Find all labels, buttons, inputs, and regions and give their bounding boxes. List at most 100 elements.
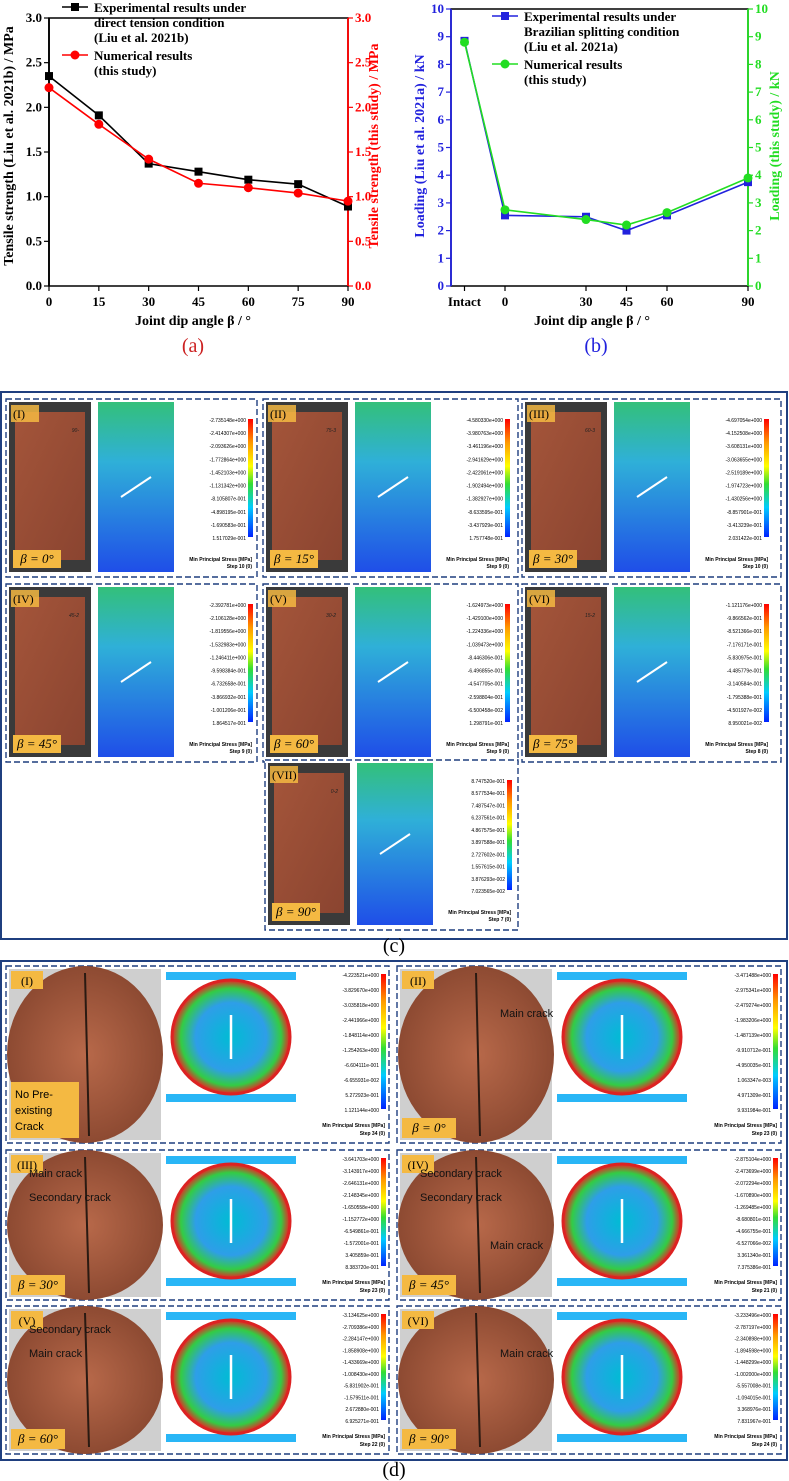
legend-title: Min Principal Stress [MPa]	[189, 742, 252, 748]
legend-value: -1.131342e+000	[209, 484, 246, 490]
data-point-square	[244, 175, 253, 184]
legend-value: 3.897588e-001	[471, 840, 505, 846]
legend-value: -1.254263e+000	[342, 1048, 379, 1054]
panel-d-cells: (I) No Pre-existing Crack -4.223521e+000 -3.…	[5, 965, 782, 1455]
legend-value: 2.727602e-001	[471, 852, 505, 858]
legend-value: 6.237561e-001	[471, 816, 505, 822]
y2-tick-label: 3.0	[355, 10, 371, 25]
step-label: Step 34 (0)	[360, 1131, 386, 1137]
legend-value: -1.579511e-001	[344, 1395, 379, 1401]
legend-marker	[70, 50, 80, 60]
x-tick-label: 0	[502, 294, 509, 309]
legend-value: -2.072294e+000	[734, 1181, 771, 1187]
specimen-label: 45-2	[69, 613, 79, 619]
y-tick-label: 0.0	[26, 278, 42, 293]
legend-value: -8.680801e-001	[736, 1217, 772, 1223]
legend-value: -1.430256e+000	[725, 497, 762, 503]
panel-d-label: (d)	[382, 1459, 405, 1481]
y-tick-label: 2	[438, 223, 445, 238]
step-label: Step 24 (0)	[752, 1442, 778, 1448]
beta-label: β = 90°	[275, 904, 316, 919]
x-tick-label: 45	[620, 294, 634, 309]
legend-value: 1.757748e-001	[469, 536, 503, 542]
color-bar	[773, 1158, 778, 1266]
y-tick-label: 1	[438, 250, 445, 265]
step-label: Step 21 (0)	[752, 1288, 778, 1294]
specimen-cell-2: 75-3 (II) β = 15° -4.580330e+000 -3.980763e+…	[262, 398, 519, 578]
cell-roman-label: (II)	[410, 974, 426, 988]
specimen-label: 30-2	[326, 613, 336, 619]
legend-value: -9.910712e-001	[736, 1048, 772, 1054]
legend-value: -1.001206e-001	[211, 708, 247, 714]
legend-value: -2.941629e+000	[466, 457, 503, 463]
legend-value: -4.547705e-001	[468, 682, 504, 688]
legend-value: 1.121144e+000	[344, 1108, 379, 1114]
legend-value: 1.517029e-001	[212, 536, 246, 542]
step-label: Step 23 (0)	[360, 1288, 386, 1294]
beta-label: β = 90°	[408, 1431, 449, 1446]
legend-title: Min Principal Stress [MPa]	[714, 1123, 777, 1129]
y-tick-label: 1.0	[26, 189, 42, 204]
legend-value: -1.902494e+000	[466, 484, 503, 490]
legend-text: (Liu et al. 2021a)	[524, 39, 618, 54]
legend-value: -4.501927e-002	[727, 708, 763, 714]
legend-value: 7.487547e-001	[471, 803, 505, 809]
legend-title: Min Principal Stress [MPa]	[446, 557, 509, 563]
color-bar	[764, 604, 769, 722]
legend-value: -2.422061e+000	[466, 470, 503, 476]
specimen-photo	[272, 597, 342, 745]
y-tick-label: 10	[431, 1, 444, 16]
step-label: Step 10 (0)	[743, 564, 769, 570]
disc-cell-1: (I) No Pre-existing Crack -4.223521e+000 -3.…	[5, 965, 390, 1144]
chart-a-xlabel: Joint dip angle β / °	[135, 314, 251, 329]
legend-value: -6.527066e-002	[736, 1241, 772, 1247]
x-tick-label: 30	[580, 294, 593, 309]
y2-tick-label: 3	[755, 195, 762, 210]
legend-value: -1.094015e-001	[736, 1395, 772, 1401]
specimen-cell-1: 90- (I) β = 0° -2.735148e+000 -2.414307e+000…	[5, 398, 258, 578]
legend-value: -2.414307e+000	[209, 431, 246, 437]
y2-tick-label: 5	[755, 140, 762, 155]
beta-label: β = 45°	[16, 736, 57, 751]
color-bar	[773, 974, 778, 1109]
data-point-circle	[293, 188, 303, 198]
step-label: Step 8 (0)	[745, 749, 768, 755]
legend-value: 7.831967e-001	[737, 1419, 771, 1425]
legend-title: Min Principal Stress [MPa]	[322, 1280, 385, 1286]
legend-title: Min Principal Stress [MPa]	[714, 1280, 777, 1286]
y2-tick-label: 2	[755, 223, 762, 238]
crack-label: Secondary crack	[420, 1192, 502, 1204]
panel-c: 90- (I) β = 0° -2.735148e+000 -2.414307e+000…	[0, 391, 788, 957]
beta-label: β = 0°	[411, 1120, 445, 1135]
legend-value: 9.931984e-001	[737, 1108, 771, 1114]
legend-value: -2.787197e+000	[734, 1325, 771, 1331]
specimen-photo	[15, 597, 85, 745]
beta-label: β = 0°	[19, 551, 53, 566]
chart-b-ylabel: Loading (Liu et al. 2021a) / kN	[413, 54, 428, 237]
legend-value: -3.980763e+000	[466, 431, 503, 437]
legend-text: Numerical results	[524, 57, 622, 72]
y-tick-label: 0	[438, 278, 445, 293]
legend-value: -8.446306e-001	[468, 655, 504, 661]
x-tick-label: 60	[242, 294, 255, 309]
legend-value: -3.437929e-001	[468, 523, 504, 529]
specimen-photo	[531, 412, 601, 560]
legend-value: -1.858908e+000	[342, 1348, 379, 1354]
legend-value: -5.831902e-001	[344, 1384, 380, 1390]
legend-value: -1.452103e+000	[209, 470, 246, 476]
legend-value: 8.383720e-001	[345, 1265, 379, 1271]
legend-value: -1.572001e-001	[344, 1241, 380, 1247]
legend-value: -2.392781e+000	[209, 603, 246, 609]
legend-value: -6.655931e-002	[344, 1078, 380, 1084]
legend-value: -3.866932e-001	[211, 695, 247, 701]
y2-tick-label: 9	[755, 29, 762, 44]
data-point-circle	[662, 208, 672, 218]
legend-value: 5.272923e-001	[345, 1093, 379, 1099]
legend-value: -3.233496e+000	[734, 1313, 771, 1319]
data-point-square	[294, 180, 303, 189]
y-tick-label: 2.0	[26, 99, 42, 114]
color-bar	[381, 974, 386, 1109]
legend-value: -1.894598e+000	[734, 1348, 771, 1354]
chart-a-legend: Experimental results underdirect tension…	[62, 0, 246, 78]
step-label: Step 7 (0)	[488, 917, 511, 923]
